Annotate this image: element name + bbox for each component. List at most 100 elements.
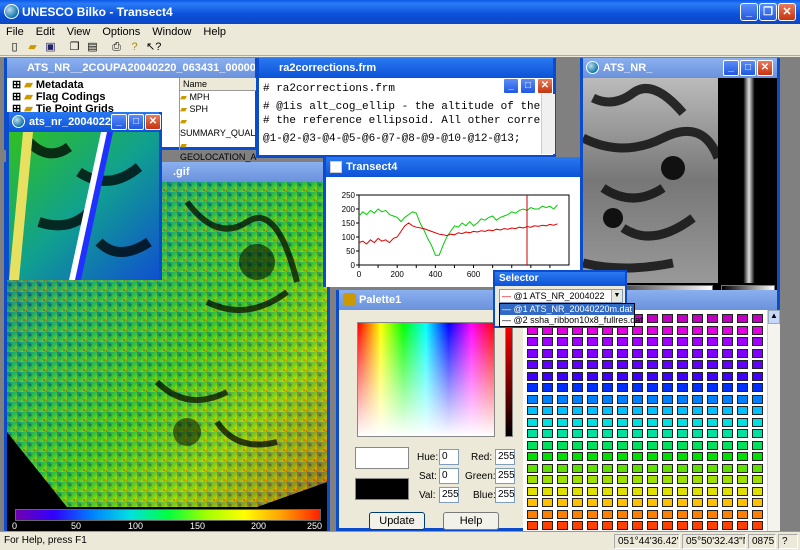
palette-swatch[interactable]	[557, 521, 568, 530]
palette-swatch[interactable]	[557, 498, 568, 507]
palette-swatch[interactable]	[662, 314, 673, 323]
palette-swatch[interactable]	[572, 498, 583, 507]
palette-swatch[interactable]	[632, 429, 643, 438]
palette-swatch[interactable]	[737, 417, 748, 427]
palette-swatch[interactable]	[677, 452, 688, 461]
palette-swatch[interactable]	[677, 337, 688, 346]
palette-swatch[interactable]	[527, 383, 538, 392]
transect-window-title[interactable]: Transect4	[326, 157, 580, 177]
palette-swatch[interactable]	[587, 463, 598, 473]
palette-swatch[interactable]	[632, 463, 643, 473]
ats-maximize-button[interactable]: □	[128, 114, 144, 130]
palette-swatch[interactable]	[677, 348, 688, 358]
palette-swatch[interactable]	[602, 475, 613, 484]
value-slider[interactable]	[505, 322, 513, 437]
palette-swatch[interactable]	[677, 440, 688, 450]
close-app-button[interactable]: ✕	[778, 3, 796, 21]
palette-swatch[interactable]	[752, 463, 763, 473]
menu-window[interactable]: Window	[152, 26, 191, 38]
palette-swatch[interactable]	[587, 440, 598, 450]
palette-swatch[interactable]	[542, 360, 553, 369]
palette-swatch[interactable]	[587, 360, 598, 369]
palette-swatch[interactable]	[707, 498, 718, 507]
palette-swatch[interactable]	[647, 337, 658, 346]
palette-swatch[interactable]	[737, 475, 748, 484]
palette-swatch[interactable]	[632, 486, 643, 496]
palette-swatch[interactable]	[752, 348, 763, 358]
palette-swatch[interactable]	[692, 452, 703, 461]
palette-swatch[interactable]	[707, 429, 718, 438]
palette-swatch[interactable]	[527, 337, 538, 346]
palette-swatch[interactable]	[587, 475, 598, 484]
palette-swatch[interactable]	[602, 509, 613, 519]
palette-swatch[interactable]	[677, 521, 688, 530]
palette-swatch[interactable]	[647, 429, 658, 438]
palette-swatch[interactable]	[752, 498, 763, 507]
palette-swatch[interactable]	[692, 383, 703, 392]
palette-swatch[interactable]	[692, 440, 703, 450]
palette-swatch[interactable]	[527, 348, 538, 358]
palette-swatch[interactable]	[527, 417, 538, 427]
palette-swatch[interactable]	[722, 406, 733, 415]
palette-swatch[interactable]	[647, 475, 658, 484]
palette-swatch[interactable]	[647, 486, 658, 496]
palette-swatch[interactable]	[692, 509, 703, 519]
palette-swatch[interactable]	[542, 348, 553, 358]
scroll-up-arrow-icon[interactable]: ▲	[768, 310, 780, 324]
palette-swatch[interactable]	[557, 440, 568, 450]
palette-swatch[interactable]	[752, 440, 763, 450]
palette-swatch[interactable]	[662, 475, 673, 484]
palette-swatch[interactable]	[647, 463, 658, 473]
palette-swatch[interactable]	[587, 509, 598, 519]
palette-swatch[interactable]	[662, 452, 673, 461]
palette-swatch[interactable]	[542, 429, 553, 438]
palette-swatch[interactable]	[692, 314, 703, 323]
palette-swatch[interactable]	[737, 440, 748, 450]
palette-swatch[interactable]	[692, 521, 703, 530]
palette-swatch[interactable]	[542, 452, 553, 461]
palette-swatch[interactable]	[602, 463, 613, 473]
palette-swatch[interactable]	[632, 509, 643, 519]
palette-swatch[interactable]	[752, 371, 763, 381]
palette-swatch[interactable]	[557, 417, 568, 427]
palette-swatch[interactable]	[737, 463, 748, 473]
palette-swatch[interactable]	[647, 521, 658, 530]
file-item-mph[interactable]: ▰ MPH	[180, 91, 259, 103]
palette-swatch[interactable]	[542, 509, 553, 519]
palette-swatch[interactable]	[722, 486, 733, 496]
palette-swatch[interactable]	[617, 337, 628, 346]
palette-swatch[interactable]	[722, 394, 733, 404]
palette-swatch[interactable]	[542, 394, 553, 404]
palette-swatch[interactable]	[722, 509, 733, 519]
palette-swatch[interactable]	[677, 417, 688, 427]
palette-swatch[interactable]	[527, 360, 538, 369]
palette-swatch[interactable]	[677, 383, 688, 392]
palette-swatch[interactable]	[677, 429, 688, 438]
palette-swatch[interactable]	[692, 417, 703, 427]
palette-swatch[interactable]	[527, 440, 538, 450]
palette-swatch[interactable]	[542, 521, 553, 530]
palette-swatch[interactable]	[617, 383, 628, 392]
blue-input[interactable]: 255	[495, 487, 515, 503]
palette-swatch[interactable]	[557, 406, 568, 415]
palette-swatch[interactable]	[722, 521, 733, 530]
palette-swatch[interactable]	[602, 452, 613, 461]
palette-swatch[interactable]	[587, 498, 598, 507]
palette-swatch[interactable]	[752, 394, 763, 404]
palette-swatch[interactable]	[647, 440, 658, 450]
palette-swatch[interactable]	[527, 452, 538, 461]
palette-swatch[interactable]	[557, 337, 568, 346]
palette-swatch[interactable]	[692, 360, 703, 369]
right-strip-image[interactable]	[721, 78, 777, 283]
palette-swatch[interactable]	[572, 429, 583, 438]
palette-swatch[interactable]	[677, 314, 688, 323]
palette-swatch[interactable]	[587, 452, 598, 461]
palette-swatch[interactable]	[632, 521, 643, 530]
minimize-app-button[interactable]: _	[740, 3, 758, 21]
palette-swatch[interactable]	[572, 394, 583, 404]
palette-swatch[interactable]	[542, 475, 553, 484]
palette-swatch[interactable]	[587, 383, 598, 392]
palette-swatch[interactable]	[587, 521, 598, 530]
update-button[interactable]: Update	[369, 512, 425, 530]
red-input[interactable]: 255	[495, 449, 515, 465]
